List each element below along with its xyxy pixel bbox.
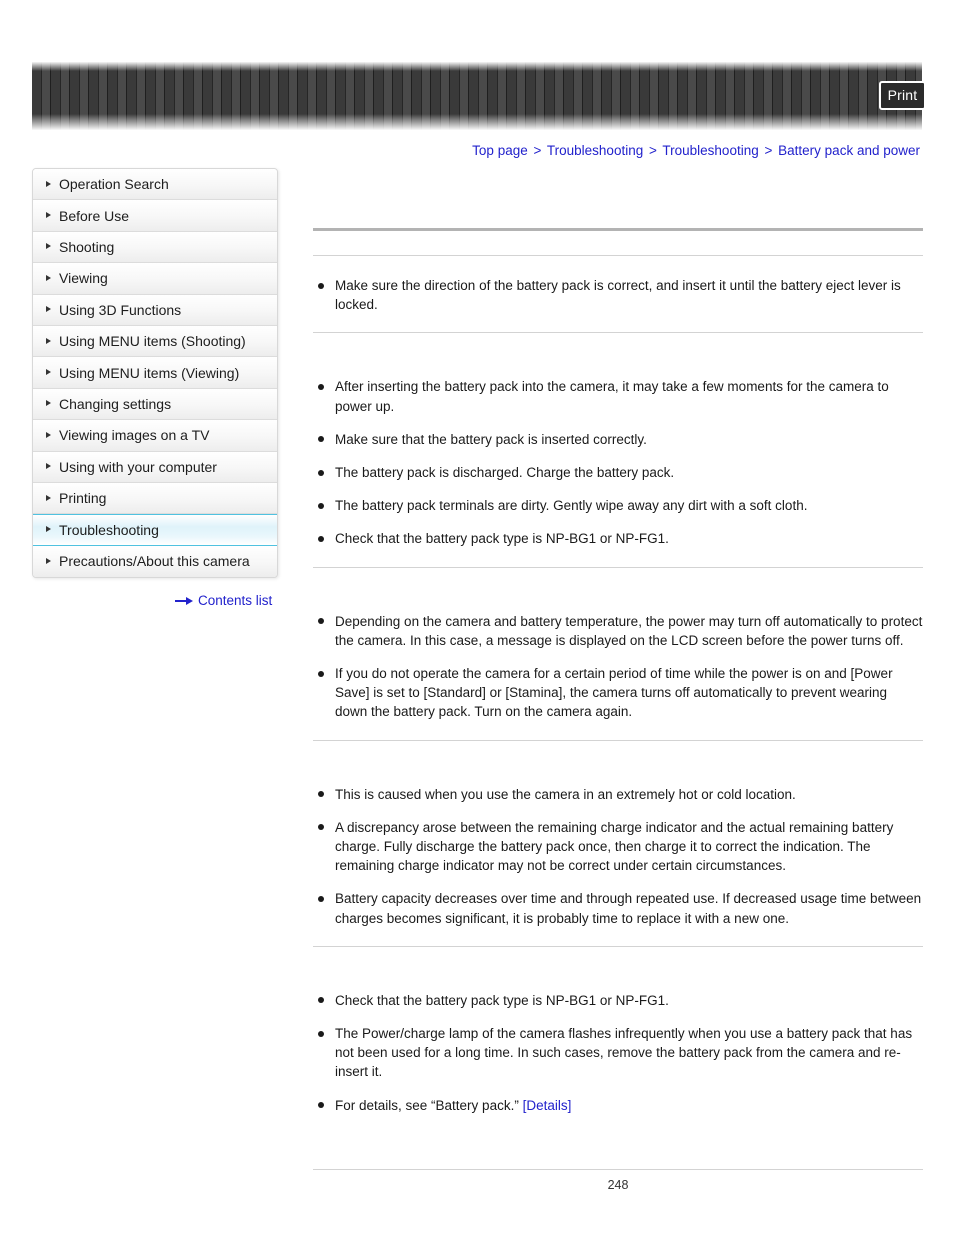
sidebar-item-viewing-images-on-a-tv[interactable]: Viewing images on a TV [33,420,277,452]
bullet-item: If you do not operate the camera for a c… [313,664,923,722]
triangle-right-icon [46,557,51,564]
sidebar-item-label: Using 3D Functions [59,301,182,318]
sidebar-item-label: Using with your computer [59,458,217,475]
triangle-right-icon [46,369,51,376]
breadcrumb-separator: > [533,143,542,158]
triangle-right-icon [46,494,51,501]
content-section: Check that the battery pack type is NP-B… [313,971,923,1133]
content-section: This is caused when you use the camera i… [313,765,923,946]
sidebar-item-label: Printing [59,490,107,507]
bullet-item-with-link: For details, see “Battery pack.” [Detail… [313,1096,923,1115]
arrow-right-icon [175,596,193,605]
sidebar-item-label: Using MENU items (Shooting) [59,333,246,350]
section-heading [313,333,923,357]
content-section: Depending on the camera and battery temp… [313,592,923,740]
sidebar-item-using-menu-items-shooting[interactable]: Using MENU items (Shooting) [33,325,277,358]
bullet-item: Check that the battery pack type is NP-B… [313,991,923,1010]
triangle-right-icon [46,463,51,470]
sidebar-item-label: Operation Search [59,176,169,193]
sidebar-item-printing[interactable]: Printing [33,482,277,515]
sidebar-item-label: Viewing [59,270,108,287]
sidebar-item-using-menu-items-viewing[interactable]: Using MENU items (Viewing) [33,357,277,389]
main-content: Make sure the direction of the battery p… [313,228,923,1133]
bullet-item: After inserting the battery pack into th… [313,377,923,415]
page-number: 248 [607,1178,629,1192]
sidebar-item-shooting[interactable]: Shooting [33,231,277,264]
content-section: Make sure the direction of the battery p… [313,256,923,332]
section-heading [313,741,923,765]
sidebar-item-label: Using MENU items (Viewing) [59,364,240,381]
triangle-right-icon [46,212,51,219]
section-heading [313,231,923,255]
bullet-item: Depending on the camera and battery temp… [313,612,923,650]
bullet-item: Make sure that the battery pack is inser… [313,430,923,449]
content-section: After inserting the battery pack into th… [313,357,923,566]
triangle-right-icon [46,526,51,533]
breadcrumb-separator: > [764,143,773,158]
breadcrumb-separator: > [649,143,657,158]
sidebar-item-label: Shooting [59,238,115,255]
bullet-item: The Power/charge lamp of the camera flas… [313,1024,923,1082]
breadcrumb-item-2[interactable]: Troubleshooting [662,143,758,158]
sidebar-item-using-with-your-computer[interactable]: Using with your computer [33,451,277,483]
triangle-right-icon [46,400,51,407]
sidebar-item-changing-settings[interactable]: Changing settings [33,388,277,421]
sidebar-item-label: Precautions/About this camera [59,553,250,570]
details-link[interactable]: [Details] [523,1098,572,1113]
sidebar-navigation: Operation Search Before Use Shooting Viewin… [32,168,278,579]
section-heading [313,568,923,592]
print-button[interactable]: Print [879,81,926,110]
contents-list-link[interactable]: Contents list [175,593,272,608]
breadcrumb-item-0[interactable]: Top page [472,143,528,158]
breadcrumb: Top page > Troubleshooting > Troubleshoo… [472,143,920,158]
sidebar-item-label: Before Use [59,207,130,224]
breadcrumb-item-3[interactable]: Battery pack and power [778,143,920,158]
sidebar-item-operation-search[interactable]: Operation Search [33,169,277,201]
triangle-right-icon [46,306,51,313]
bullet-item: A discrepancy arose between the remainin… [313,818,923,876]
bullet-list: Check that the battery pack type is NP-B… [313,991,923,1115]
sidebar-item-troubleshooting[interactable]: Troubleshooting [33,514,277,546]
triangle-right-icon [46,243,51,250]
sidebar-item-before-use[interactable]: Before Use [33,200,277,232]
page-header-banner [32,62,922,130]
footer-divider [313,1169,923,1170]
bullet-item: This is caused when you use the camera i… [313,785,923,804]
sidebar-item-label: Troubleshooting [59,521,159,538]
sidebar-item-using-3d-functions[interactable]: Using 3D Functions [33,294,277,326]
bullet-item: Battery capacity decreases over time and… [313,889,923,927]
bullet-item: The battery pack terminals are dirty. Ge… [313,496,923,515]
sidebar-item-label: Changing settings [59,395,172,412]
bullet-item: The battery pack is discharged. Charge t… [313,463,923,482]
bullet-list: Depending on the camera and battery temp… [313,612,923,722]
bullet-list: After inserting the battery pack into th… [313,377,923,548]
bullet-item: Make sure the direction of the battery p… [313,276,923,314]
bullet-list: Make sure the direction of the battery p… [313,276,923,314]
bullet-text: For details, see “Battery pack.” [335,1097,523,1113]
triangle-right-icon [46,337,51,344]
section-heading [313,947,923,971]
triangle-right-icon [46,180,51,187]
triangle-right-icon [46,431,51,438]
bullet-list: This is caused when you use the camera i… [313,785,923,928]
sidebar-item-precautions-about-this-camera[interactable]: Precautions/About this camera [33,545,277,578]
sidebar-item-label: Viewing images on a TV [59,427,210,444]
contents-list-label: Contents list [198,593,273,608]
triangle-right-icon [46,274,51,281]
breadcrumb-item-1[interactable]: Troubleshooting [547,143,643,158]
sidebar-item-viewing[interactable]: Viewing [33,263,277,295]
bullet-item: Check that the battery pack type is NP-B… [313,529,923,548]
